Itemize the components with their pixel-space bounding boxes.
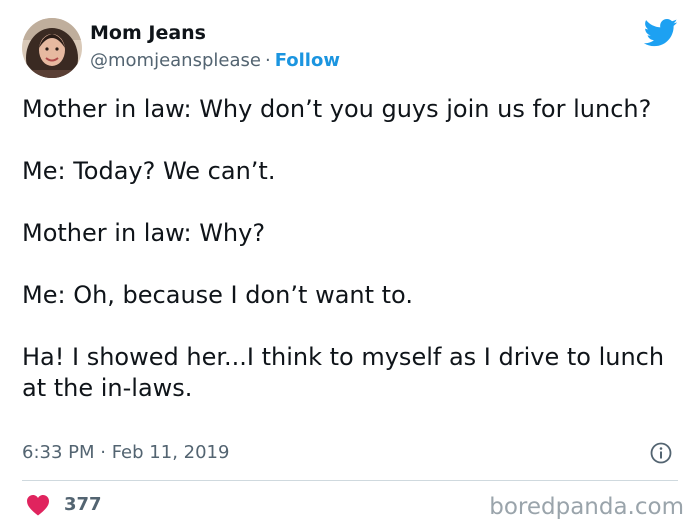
tweet-paragraph: Mother in law: Why? xyxy=(22,219,266,247)
tweet-card: Mom Jeans @momjeansplease · Follow Mother … xyxy=(0,0,700,532)
tweet-timestamp[interactable]: 6:33 PM · Feb 11, 2019 xyxy=(22,442,229,463)
tweet-paragraph: Mother in law: Why don’t you guys join u… xyxy=(22,95,652,123)
info-icon[interactable] xyxy=(650,442,672,464)
avatar[interactable] xyxy=(22,18,82,78)
like-count[interactable]: 377 xyxy=(64,494,102,515)
tweet-paragraph: Ha! I showed her...I think to myself as … xyxy=(22,343,665,402)
tweet-body: Mother in law: Why don’t you guys join u… xyxy=(22,94,672,404)
follow-link[interactable]: Follow xyxy=(275,50,340,71)
tweet-paragraph: Me: Today? We can’t. xyxy=(22,157,276,185)
separator-dot: · xyxy=(264,50,271,71)
divider xyxy=(22,480,678,481)
handle-row: @momjeansplease · Follow xyxy=(90,50,340,71)
display-name[interactable]: Mom Jeans xyxy=(90,22,206,44)
user-handle[interactable]: @momjeansplease xyxy=(90,50,261,71)
tweet-paragraph: Me: Oh, because I don’t want to. xyxy=(22,281,413,309)
twitter-bird-icon[interactable] xyxy=(643,18,678,48)
heart-icon[interactable] xyxy=(26,494,50,516)
watermark: boredpanda.com xyxy=(489,494,684,520)
